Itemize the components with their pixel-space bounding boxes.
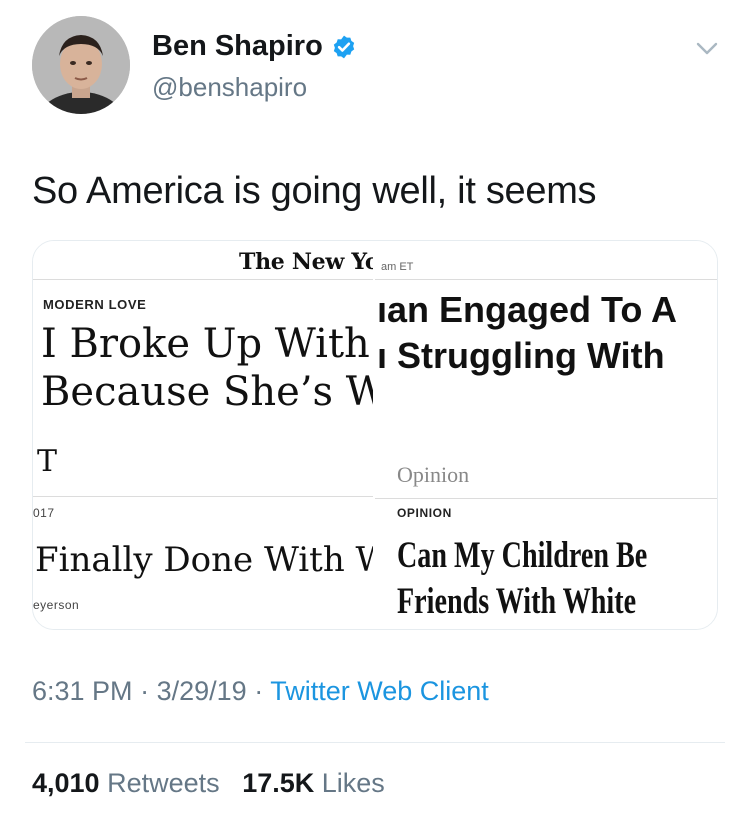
grid-gap-horizontal [33,434,717,436]
avatar[interactable] [32,16,130,114]
tweet-time[interactable]: 6:31 PM [32,676,133,706]
header-rule [375,498,717,499]
media-tile-2[interactable]: am ET ıan Engaged To A ı Struggling With [375,241,717,434]
header-rule [33,496,373,497]
likes-count: 17.5K [242,768,315,798]
chevron-down-icon[interactable] [690,36,724,62]
headline: Finally Done With W [35,540,373,580]
headline-line-1: Can My Children Be [397,535,648,576]
nyt-masthead: The New York [239,249,373,275]
verified-badge-icon [333,35,354,58]
retweets-label: Retweets [107,768,220,798]
header-rule [375,279,717,280]
headline-line-2: Friends With White [397,581,637,622]
byline: eyerson [33,598,80,612]
tweet-date[interactable]: 3/29/19 [157,676,247,706]
section-label: Opinion [397,462,470,487]
retweets-count: 4,010 [32,768,100,798]
display-name[interactable]: Ben Shapiro [152,30,323,63]
headline-line-1: I Broke Up With [41,321,370,367]
cropped-letter: T [37,444,58,479]
author-handle[interactable]: @benshapiro [152,72,307,103]
meta-separator: · [140,676,150,706]
headline-line-1: ıan Engaged To A [377,289,678,330]
media-tile-4[interactable]: Opinion OPINION Can My Children Be Frien… [375,436,717,629]
likes-stat[interactable]: 17.5K Likes [242,768,385,798]
media-tile-3[interactable]: T 017 Finally Done With W eyerson [33,436,373,629]
tweet-text: So America is going well, it seems [32,170,597,212]
timestamp-snippet: am ET [381,261,414,273]
kicker-modern-love: MODERN LOVE [43,297,147,312]
article-date: 017 [33,506,55,520]
headline-line-2: ı Struggling With [377,335,665,376]
avatar-photo [32,16,130,114]
meta-separator: · [254,676,264,706]
likes-label: Likes [321,768,385,798]
headline-line-2: Because She’s W [41,369,373,415]
retweets-stat[interactable]: 4,010 Retweets [32,768,227,798]
kicker-opinion: OPINION [397,506,452,520]
author-name-row: Ben Shapiro [152,30,357,63]
tweet-stats: 4,010 Retweets 17.5K Likes [32,768,385,799]
media-tile-1[interactable]: The New York MODERN LOVE I Broke Up With… [33,241,373,434]
divider [25,742,725,743]
media-grid: The New York MODERN LOVE I Broke Up With… [32,240,718,630]
tweet-source-link[interactable]: Twitter Web Client [270,676,489,706]
header-rule [33,279,373,280]
tweet-meta: 6:31 PM · 3/29/19 · Twitter Web Client [32,676,489,707]
